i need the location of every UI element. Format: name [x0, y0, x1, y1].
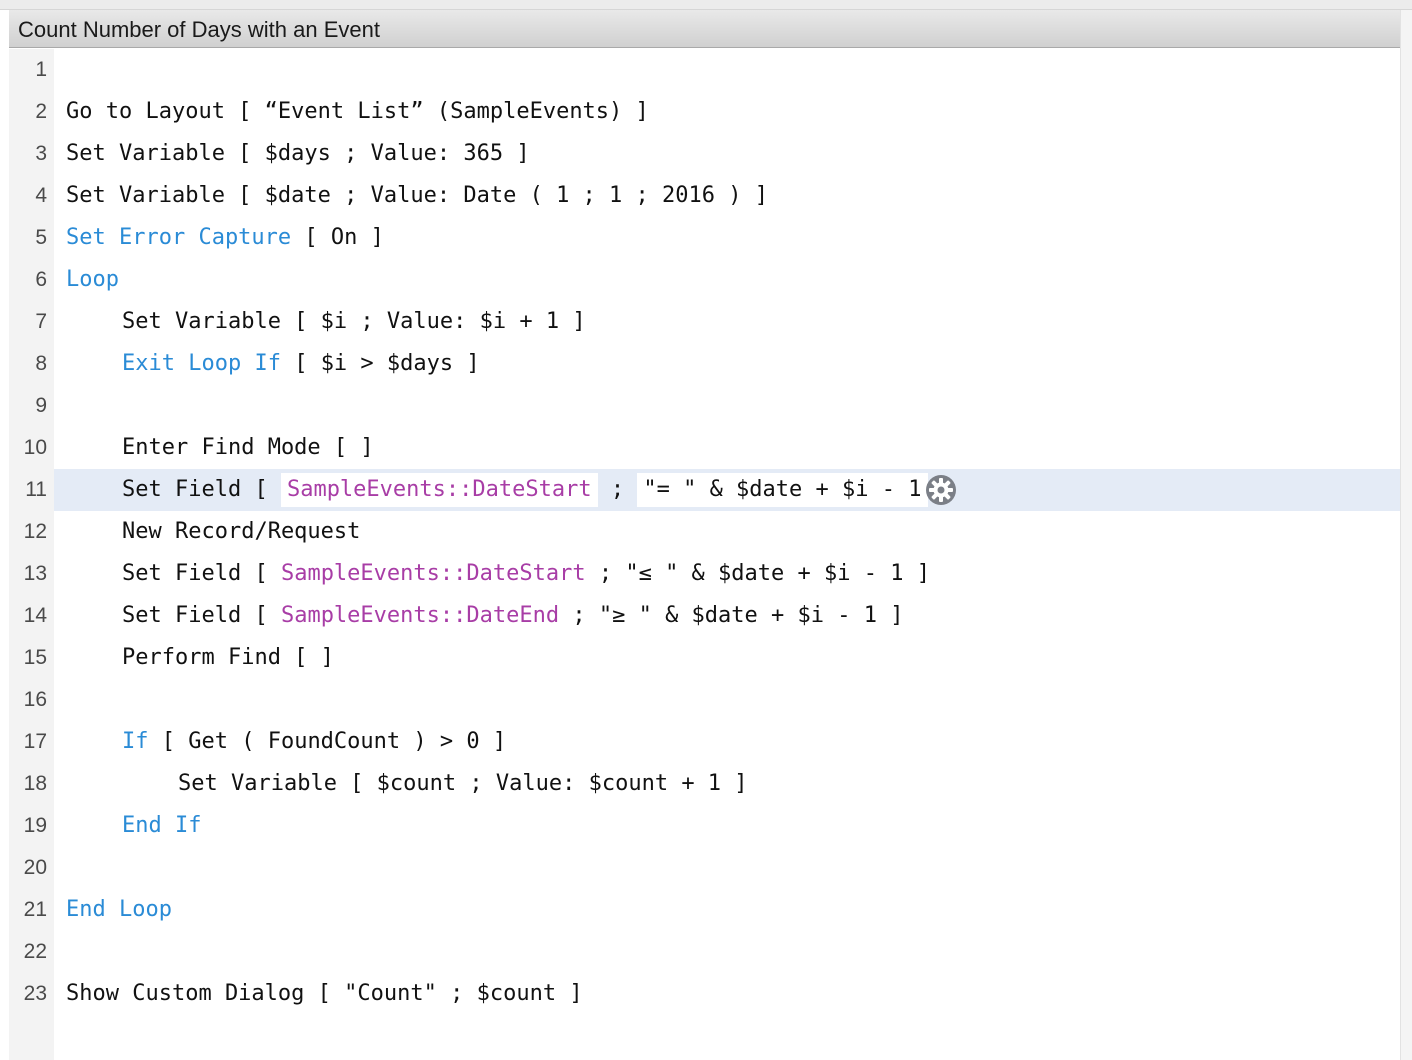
script-line[interactable]: 12 New Record/Request: [9, 511, 1400, 553]
line-number: 12: [23, 520, 47, 543]
field-reference: SampleEvents::DateEnd: [280, 603, 560, 628]
line-number: 2: [35, 100, 47, 123]
script-title-bar: Count Number of Days with an Event: [9, 10, 1403, 48]
line-number: 21: [23, 898, 47, 921]
step-text: ;: [597, 477, 638, 502]
script-step[interactable]: Set Field [ SampleEvents::DateStart ; "=…: [122, 469, 954, 511]
script-line[interactable]: 11 Set Field [ SampleEvents::DateStart ; …: [9, 469, 1400, 511]
step-keyword: If: [122, 729, 149, 754]
script-step[interactable]: If [ Get ( FoundCount ) > 0 ]: [122, 721, 506, 763]
line-number: 22: [23, 940, 47, 963]
script-editor[interactable]: 1 2 Go to Layout [ “Event List” (SampleEve…: [9, 49, 1400, 1060]
script-line[interactable]: 20: [9, 847, 1400, 889]
script-line[interactable]: 6 Loop: [9, 259, 1400, 301]
script-line[interactable]: 4 Set Variable [ $date ; Value: Date ( 1 …: [9, 175, 1400, 217]
script-step[interactable]: Loop: [66, 259, 119, 301]
step-text: Enter Find Mode [ ]: [122, 435, 374, 460]
line-number: 4: [35, 184, 47, 207]
line-number: 3: [35, 142, 47, 165]
line-number: 11: [25, 478, 47, 501]
script-step[interactable]: End If: [122, 805, 201, 847]
script-line[interactable]: 19 End If: [9, 805, 1400, 847]
line-number: 9: [35, 394, 47, 417]
line-number: 10: [23, 436, 47, 459]
line-number: 15: [23, 646, 47, 669]
script-step[interactable]: Set Field [ SampleEvents::DateEnd ; "≥ "…: [122, 595, 903, 637]
script-line[interactable]: 10 Enter Find Mode [ ]: [9, 427, 1400, 469]
script-step[interactable]: Exit Loop If [ $i > $days ]: [122, 343, 480, 385]
script-line[interactable]: 14 Set Field [ SampleEvents::DateEnd ; "≥…: [9, 595, 1400, 637]
step-text: [ On ]: [291, 225, 384, 250]
line-number: 1: [35, 58, 47, 81]
step-keyword: Loop: [66, 267, 119, 292]
script-line[interactable]: 1: [9, 49, 1400, 91]
step-text: Set Field [: [122, 603, 281, 628]
step-keyword: End If: [122, 813, 202, 838]
step-keyword: Exit Loop If: [122, 351, 281, 376]
script-line[interactable]: 15 Perform Find [ ]: [9, 637, 1400, 679]
step-text: Show Custom Dialog [ "Count" ; $count ]: [66, 981, 583, 1006]
script-step[interactable]: Go to Layout [ “Event List” (SampleEvent…: [66, 91, 649, 133]
script-step[interactable]: Set Variable [ $days ; Value: 365 ]: [66, 133, 530, 175]
field-reference[interactable]: SampleEvents::DateStart: [280, 473, 598, 507]
line-number: 7: [35, 310, 47, 333]
line-number: 17: [23, 730, 47, 753]
script-line[interactable]: 22: [9, 931, 1400, 973]
script-line[interactable]: 8 Exit Loop If [ $i > $days ]: [9, 343, 1400, 385]
script-step[interactable]: Perform Find [ ]: [122, 637, 334, 679]
script-line[interactable]: 9: [9, 385, 1400, 427]
gear-icon[interactable]: [926, 475, 956, 505]
line-number: 16: [23, 688, 47, 711]
script-step[interactable]: End Loop: [66, 889, 172, 931]
step-text: Set Field [: [122, 477, 281, 502]
script-line[interactable]: 3 Set Variable [ $days ; Value: 365 ]: [9, 133, 1400, 175]
script-line[interactable]: 23 Show Custom Dialog [ "Count" ; $count …: [9, 973, 1400, 1015]
step-text: Go to Layout [ “Event List” (SampleEvent…: [66, 99, 649, 124]
script-line[interactable]: 13 Set Field [ SampleEvents::DateStart ; …: [9, 553, 1400, 595]
step-keyword: Set Error Capture: [66, 225, 292, 250]
script-line[interactable]: 2 Go to Layout [ “Event List” (SampleEven…: [9, 91, 1400, 133]
script-step[interactable]: Show Custom Dialog [ "Count" ; $count ]: [66, 973, 583, 1015]
step-text: New Record/Request: [122, 519, 361, 544]
step-text: Set Variable [ $days ; Value: 365 ]: [66, 141, 530, 166]
step-text: Set Variable [ $i ; Value: $i + 1 ]: [122, 309, 586, 334]
script-step[interactable]: Set Variable [ $i ; Value: $i + 1 ]: [122, 301, 586, 343]
step-text: ; "≥ " & $date + $i - 1 ]: [559, 603, 904, 628]
calculation-parameter[interactable]: "= " & $date + $i - 1: [637, 473, 928, 507]
step-text: Set Field [: [122, 561, 281, 586]
step-text: [ Get ( FoundCount ) > 0 ]: [148, 729, 507, 754]
step-text: ; "≤ " & $date + $i - 1 ]: [585, 561, 930, 586]
script-line[interactable]: 18 Set Variable [ $count ; Value: $count …: [9, 763, 1400, 805]
script-line[interactable]: 7 Set Variable [ $i ; Value: $i + 1 ]: [9, 301, 1400, 343]
line-number: 5: [35, 226, 47, 249]
line-number: 23: [23, 982, 47, 1005]
step-text: Set Variable [ $count ; Value: $count + …: [178, 771, 748, 796]
step-keyword: End Loop: [66, 897, 172, 922]
script-step[interactable]: Set Variable [ $count ; Value: $count + …: [178, 763, 748, 805]
field-reference: SampleEvents::DateStart: [280, 561, 586, 586]
script-line[interactable]: 17 If [ Get ( FoundCount ) > 0 ]: [9, 721, 1400, 763]
step-text: Set Variable [ $date ; Value: Date ( 1 ;…: [66, 183, 768, 208]
script-step[interactable]: Set Field [ SampleEvents::DateStart ; "≤…: [122, 553, 930, 595]
script-step[interactable]: Set Variable [ $date ; Value: Date ( 1 ;…: [66, 175, 768, 217]
vertical-scrollbar[interactable]: [1400, 10, 1412, 1060]
line-number: 6: [35, 268, 47, 291]
step-text: [ $i > $days ]: [280, 351, 480, 376]
line-number: 8: [35, 352, 47, 375]
script-step[interactable]: Enter Find Mode [ ]: [122, 427, 374, 469]
script-step[interactable]: New Record/Request: [122, 511, 360, 553]
line-number: 13: [23, 562, 47, 585]
line-number: 18: [23, 772, 47, 795]
script-title: Count Number of Days with an Event: [18, 17, 380, 42]
script-line[interactable]: 16: [9, 679, 1400, 721]
script-step[interactable]: Set Error Capture [ On ]: [66, 217, 384, 259]
line-number: 20: [23, 856, 47, 879]
script-line[interactable]: 21 End Loop: [9, 889, 1400, 931]
window-top-strip: [0, 0, 1412, 10]
step-text: Perform Find [ ]: [122, 645, 334, 670]
line-number: 19: [23, 814, 47, 837]
line-number: 14: [23, 604, 47, 627]
script-line[interactable]: 5 Set Error Capture [ On ]: [9, 217, 1400, 259]
